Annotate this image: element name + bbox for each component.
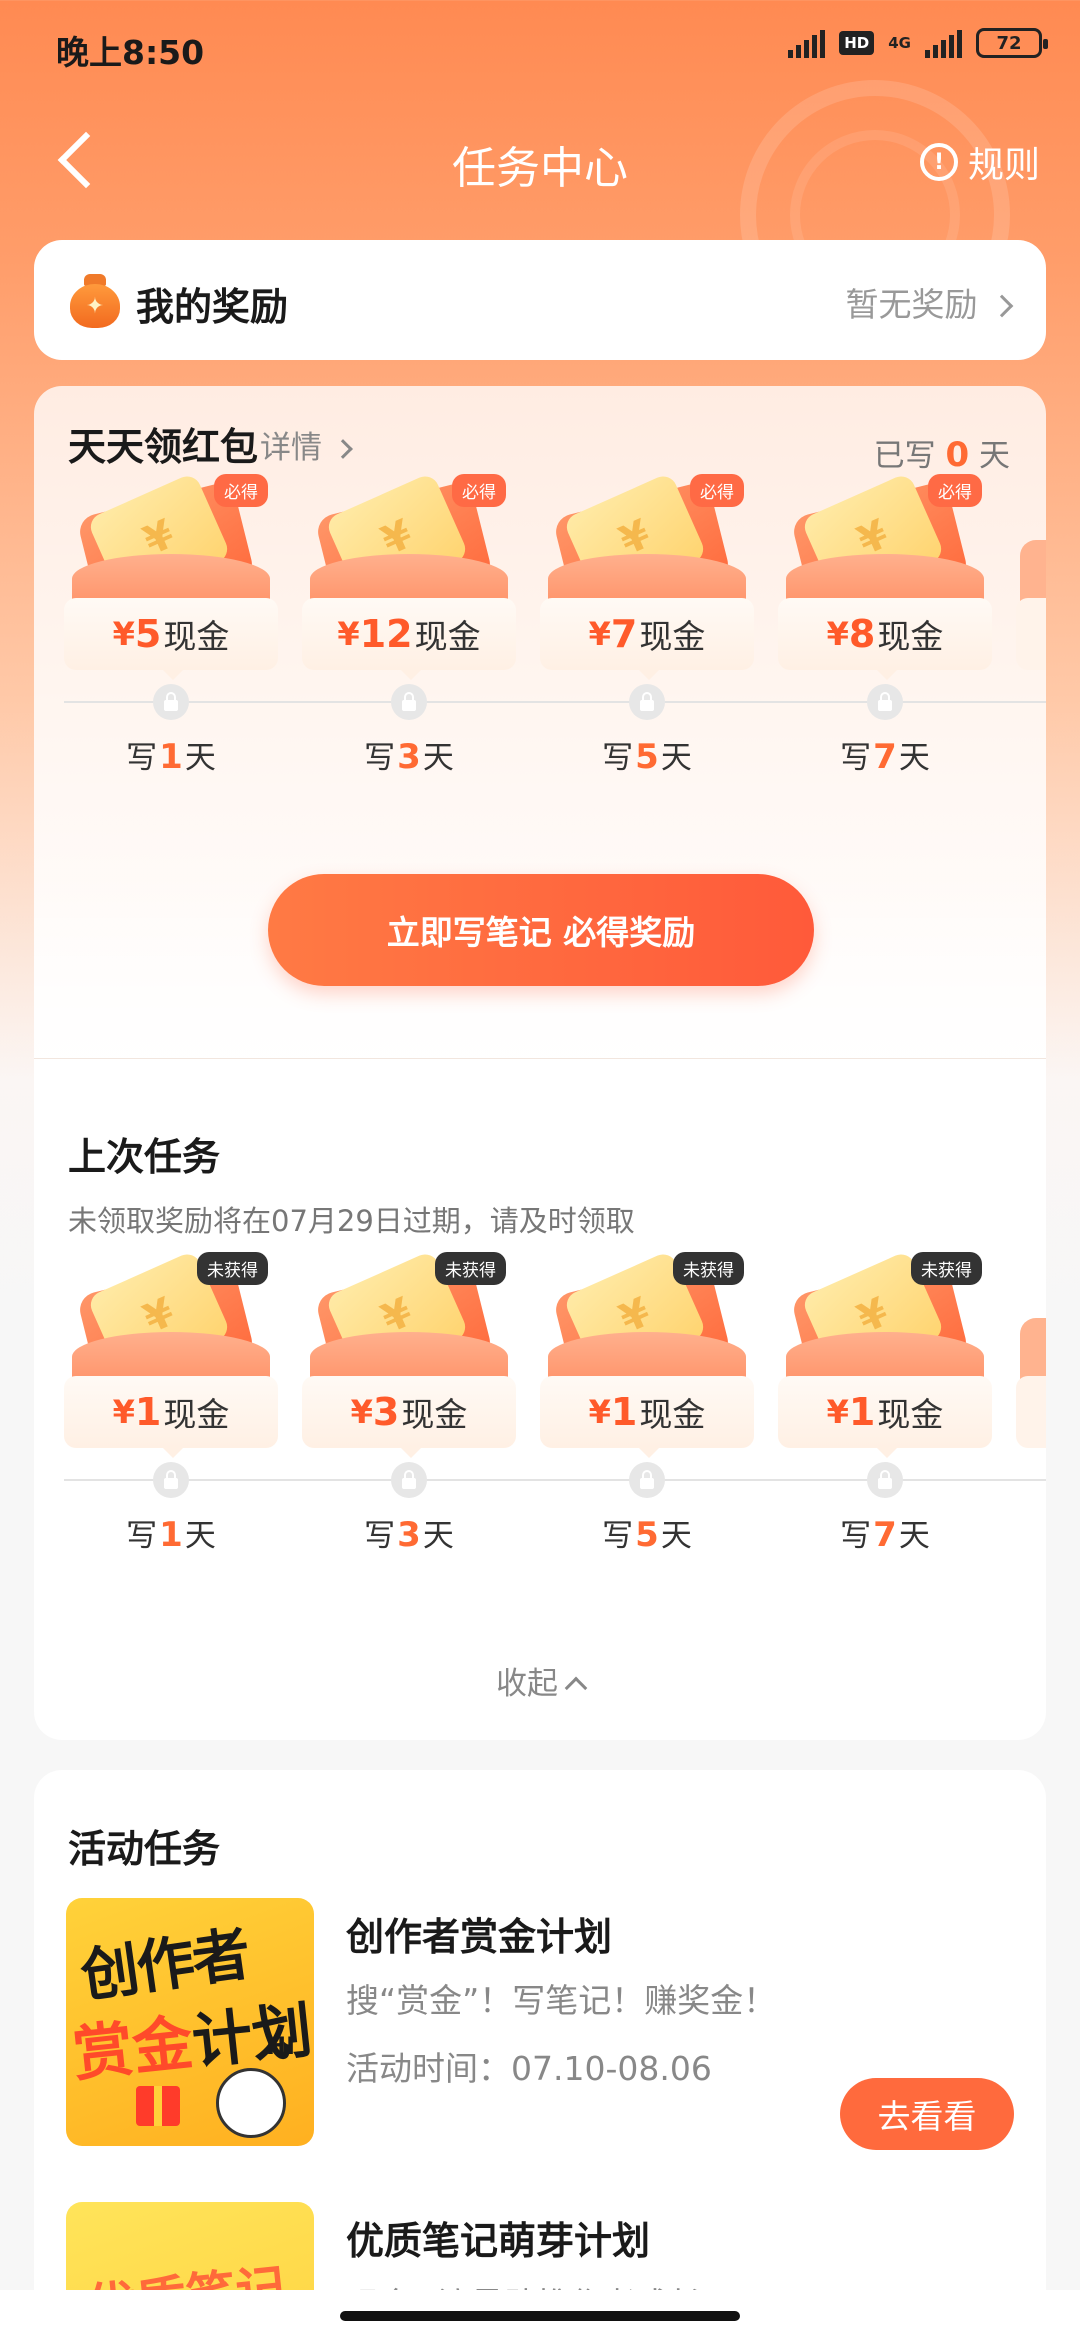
- rewards-status-text: 暂无奖励: [845, 285, 978, 324]
- network-label: 4G: [888, 34, 911, 52]
- reward-item-partial: [1016, 470, 1046, 790]
- status-bar: 晚上8:50 HD 4G 72: [0, 0, 1080, 96]
- activity-name: 创作者赏金计划: [346, 1915, 613, 1959]
- reward-amount: ¥1 现金: [778, 1376, 992, 1458]
- go-see-button[interactable]: 去看看: [840, 2078, 1014, 2150]
- reward-amount: ¥8 现金: [778, 598, 992, 680]
- day-label: 写3天: [364, 1515, 454, 1555]
- reward-item[interactable]: ¥ 未获得 ¥1 现金 写7天: [778, 1248, 992, 1568]
- battery-level: 72: [996, 32, 1022, 54]
- nav-bar: 任务中心 ! 规则: [0, 110, 1080, 210]
- activity-name: 优质笔记萌芽计划: [346, 2219, 651, 2263]
- badge-not-obtained: 未获得: [673, 1252, 744, 1285]
- written-days: 已写 0 天: [874, 430, 1010, 475]
- info-icon: !: [919, 143, 958, 181]
- write-note-button[interactable]: 立即写笔记 必得奖励: [268, 874, 814, 986]
- detail-label: 详情: [260, 430, 322, 466]
- battery-icon: 72: [976, 28, 1048, 58]
- activity-item[interactable]: 创作者 赏金计划 HI 创作者赏金计划 搜“赏金”！写笔记！赚奖金！ 活动时间：…: [66, 1898, 1014, 2150]
- reward-item[interactable]: ¥ 必得 ¥5 现金 写1天: [64, 470, 278, 790]
- reward-item[interactable]: ¥ 未获得 ¥1 现金 写5天: [540, 1248, 754, 1568]
- day-label: 写3天: [364, 737, 454, 777]
- badge-not-obtained: 未获得: [197, 1252, 268, 1285]
- badge-not-obtained: 未获得: [435, 1252, 506, 1285]
- day-label: 写1天: [126, 737, 216, 777]
- reward-item[interactable]: ¥ 必得 ¥12 现金 写3天: [302, 470, 516, 790]
- daily-reward-row: ¥ 必得 ¥5 现金 写1天 ¥ 必得 ¥12 现金 写3天 ¥ 必得 ¥7 现金 写…: [64, 470, 1046, 790]
- day-label: 写7天: [840, 737, 930, 777]
- gift-icon: [136, 2086, 180, 2126]
- day-label: 写7天: [840, 1515, 930, 1555]
- day-label: 写5天: [602, 1515, 692, 1555]
- signal-icon-2: [925, 28, 962, 58]
- written-prefix: 已写: [873, 438, 936, 474]
- activity-desc: 搜“赏金”！写笔记！赚奖金！: [346, 1981, 777, 2020]
- day-label: 写5天: [602, 737, 692, 777]
- reward-amount: ¥1 现金: [64, 1376, 278, 1458]
- avatar-illustration: [216, 2068, 286, 2138]
- signal-icon: [788, 28, 826, 58]
- rewards-status[interactable]: 暂无奖励: [845, 278, 1014, 326]
- lock-icon: [629, 684, 665, 720]
- status-icons: HD 4G 72: [788, 28, 1048, 58]
- detail-link[interactable]: 详情: [260, 422, 353, 467]
- money-bag-icon: ✦: [70, 274, 120, 328]
- lock-icon: [153, 1462, 189, 1498]
- hd-badge: HD: [839, 31, 875, 55]
- lock-icon: [867, 1462, 903, 1498]
- rules-label: 规则: [967, 145, 1040, 186]
- written-days-count: 0: [945, 435, 970, 475]
- activity-tasks-card: 活动任务 创作者 赏金计划 HI 创作者赏金计划 搜“赏金”！写笔记！赚奖金！ …: [34, 1770, 1046, 2340]
- reward-item-partial: [1016, 1248, 1046, 1568]
- reward-amount: ¥7 现金: [540, 598, 754, 680]
- page-title: 任务中心: [452, 143, 628, 194]
- reward-amount: ¥12 现金: [302, 598, 516, 680]
- creator-bounty-thumbnail: 创作者 赏金计划 HI: [66, 1898, 314, 2146]
- lock-icon: [867, 684, 903, 720]
- badge-guaranteed: 必得: [690, 474, 744, 507]
- collapse-button[interactable]: 收起: [34, 1658, 1046, 1703]
- reward-amount: ¥3 现金: [302, 1376, 516, 1458]
- lock-icon: [629, 1462, 665, 1498]
- daily-redpacket-title: 天天领红包: [68, 425, 259, 469]
- reward-item[interactable]: ¥ 必得 ¥7 现金 写5天: [540, 470, 754, 790]
- chevron-right-icon: [990, 294, 1014, 318]
- reward-item[interactable]: ¥ 未获得 ¥3 现金 写3天: [302, 1248, 516, 1568]
- day-label: 写1天: [126, 1515, 216, 1555]
- lock-icon: [391, 684, 427, 720]
- badge-guaranteed: 必得: [214, 474, 268, 507]
- written-suffix: 天: [979, 438, 1010, 474]
- badge-not-obtained: 未获得: [911, 1252, 982, 1285]
- my-rewards-card[interactable]: ✦ 我的奖励 暂无奖励: [34, 240, 1046, 360]
- reward-item[interactable]: ¥ 必得 ¥8 现金 写7天: [778, 470, 992, 790]
- reward-item[interactable]: ¥ 未获得 ¥1 现金 写1天: [64, 1248, 278, 1568]
- last-reward-row: ¥ 未获得 ¥1 现金 写1天 ¥ 未获得 ¥3 现金 写3天 ¥ 未获得 ¥1 现金…: [64, 1248, 1046, 1568]
- badge-guaranteed: 必得: [928, 474, 982, 507]
- collapse-label: 收起: [496, 1666, 558, 1702]
- home-indicator[interactable]: [340, 2311, 740, 2321]
- activity-time: 活动时间：07.10-08.06: [346, 2049, 712, 2088]
- daily-tasks-card: 天天领红包 详情 已写 0 天 ¥ 必得 ¥5 现金 写1天 ¥ 必得 ¥12 现金…: [34, 386, 1046, 1740]
- my-rewards-label: 我的奖励: [136, 285, 289, 329]
- status-time: 晚上8:50: [56, 33, 205, 72]
- rules-button[interactable]: ! 规则: [919, 136, 1040, 188]
- activity-title: 活动任务: [68, 1827, 221, 1871]
- reward-amount: ¥1 现金: [540, 1376, 754, 1458]
- reward-amount: ¥5 现金: [64, 598, 278, 680]
- chevron-up-icon: [564, 1676, 588, 1700]
- chevron-right-icon: [332, 439, 353, 459]
- badge-guaranteed: 必得: [452, 474, 506, 507]
- lock-icon: [391, 1462, 427, 1498]
- lock-icon: [153, 684, 189, 720]
